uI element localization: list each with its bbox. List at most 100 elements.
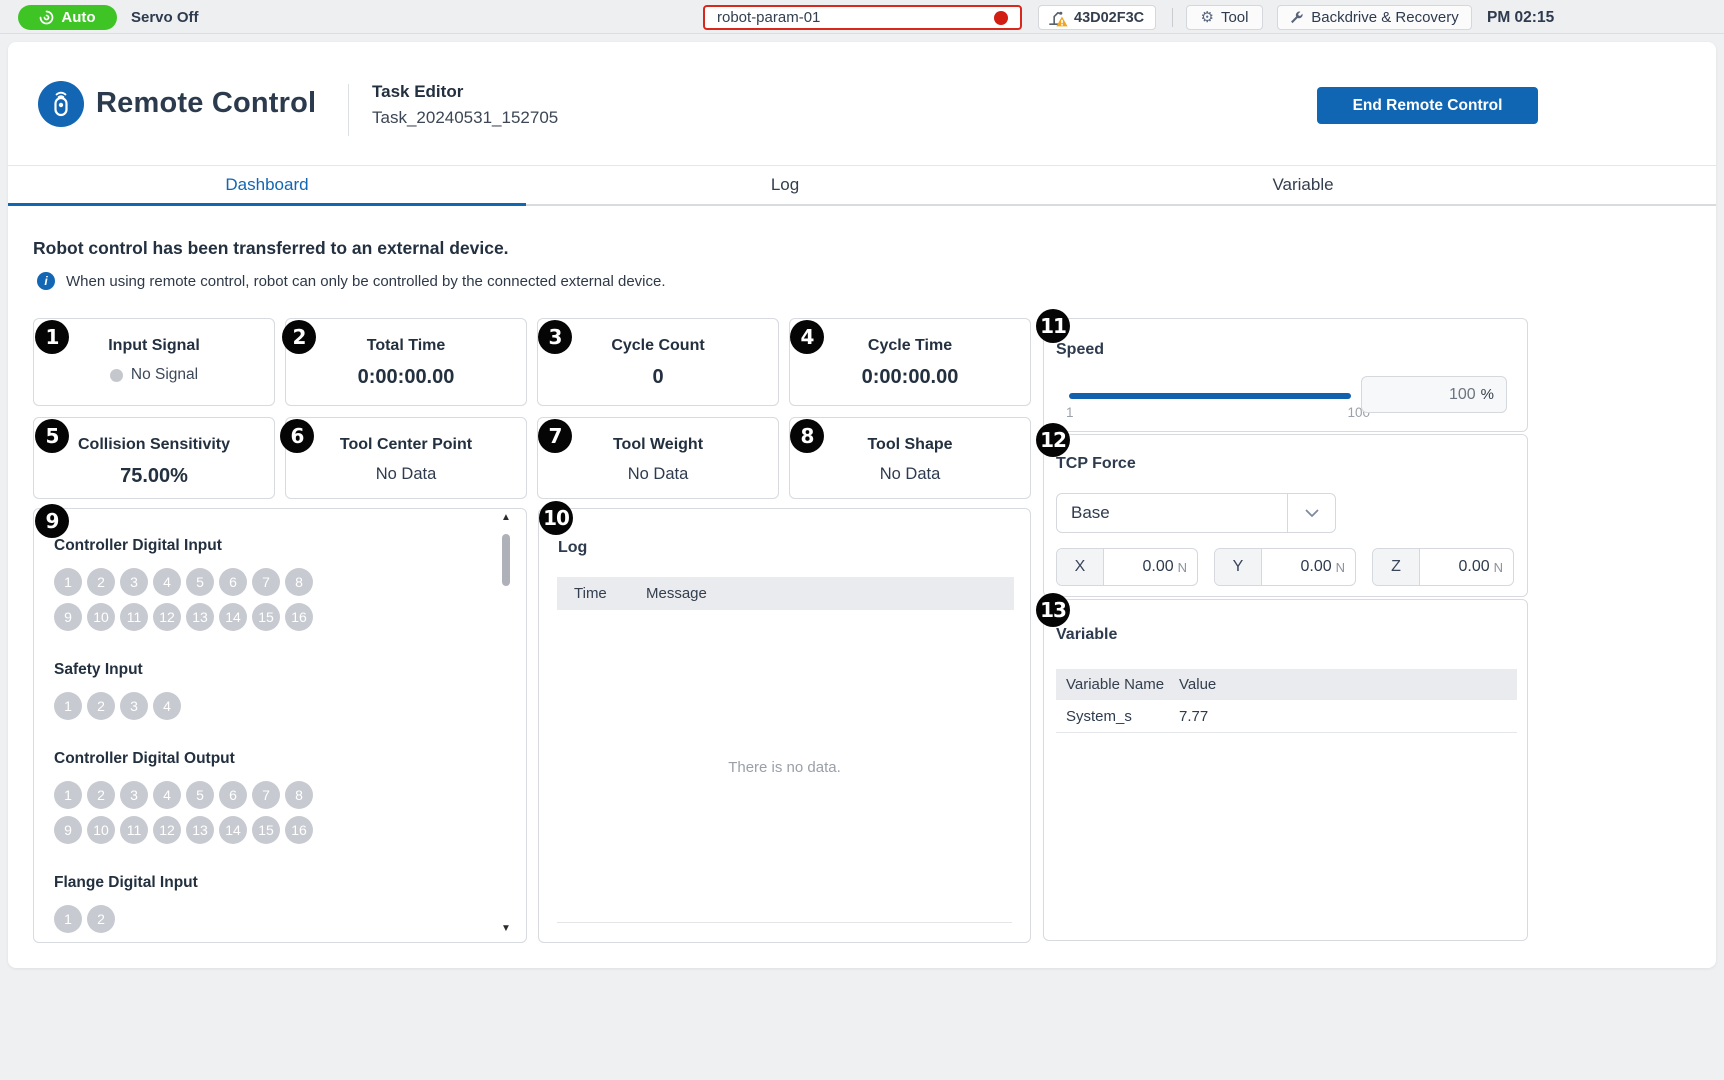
card-label: Collision Sensitivity xyxy=(78,436,230,454)
io-chip: 8 xyxy=(285,781,313,809)
servo-status: Servo Off xyxy=(131,5,199,30)
speed-value-field[interactable]: 100 % xyxy=(1361,376,1507,413)
robot-warning-icon xyxy=(1047,8,1068,27)
speed-unit: % xyxy=(1481,386,1494,403)
io-chip: 1 xyxy=(54,568,82,596)
io-chip: 3 xyxy=(120,692,148,720)
force-x-field: X 0.00N xyxy=(1056,548,1198,586)
log-column-message: Message xyxy=(646,585,707,602)
notice-title: Robot control has been transferred to an… xyxy=(33,238,509,259)
axis-z-label: Z xyxy=(1373,549,1420,585)
log-empty-text: There is no data. xyxy=(539,759,1030,776)
tab-variable[interactable]: Variable xyxy=(1044,166,1562,204)
recording-dot-icon xyxy=(994,11,1008,25)
digital-io-panel: Controller Digital Input1234567891011121… xyxy=(33,508,527,943)
annotation-badge-13: 13 xyxy=(1036,593,1070,627)
force-y-unit: N xyxy=(1336,560,1345,575)
annotation-badge-10: 10 xyxy=(539,501,573,535)
io-chip: 8 xyxy=(285,568,313,596)
annotation-badge-4: 4 xyxy=(790,320,824,354)
annotation-badge-2: 2 xyxy=(282,320,316,354)
force-x-value: 0.00 xyxy=(1142,558,1173,576)
annotation-badge-6: 6 xyxy=(280,419,314,453)
card-value: 0:00:00.00 xyxy=(862,366,959,389)
table-row: System_s 7.77 xyxy=(1056,700,1517,733)
speed-value: 100 xyxy=(1449,386,1476,404)
io-chip: 2 xyxy=(87,692,115,720)
scrollbar-thumb[interactable] xyxy=(502,534,510,586)
io-chip: 14 xyxy=(219,816,247,844)
card-tool-center-point: Tool Center Point No Data xyxy=(285,417,527,499)
io-group-label: Flange Digital Input xyxy=(54,874,490,892)
io-chip: 16 xyxy=(285,816,313,844)
tab-dashboard[interactable]: Dashboard xyxy=(8,166,526,204)
io-chip: 11 xyxy=(120,603,148,631)
slider-min-label: 1 xyxy=(1066,405,1074,420)
io-chip: 4 xyxy=(153,568,181,596)
scroll-down-icon[interactable]: ▼ xyxy=(496,923,516,939)
clock: PM 02:15 xyxy=(1487,5,1554,30)
reference-frame-select[interactable]: Base xyxy=(1056,493,1336,533)
io-chip-row: 12345678910111213141516 xyxy=(54,568,318,631)
signal-status: No Signal xyxy=(110,366,198,384)
annotation-badge-8: 8 xyxy=(790,419,824,453)
io-chip: 14 xyxy=(219,603,247,631)
no-signal-dot-icon xyxy=(110,369,123,382)
backdrive-recovery-button[interactable]: Backdrive & Recovery xyxy=(1277,5,1472,30)
io-chip: 5 xyxy=(186,568,214,596)
io-panel-scrollbar[interactable]: ▲ ▼ xyxy=(496,510,516,941)
log-column-time: Time xyxy=(574,585,629,602)
io-chip: 16 xyxy=(285,603,313,631)
signal-text: No Signal xyxy=(131,366,198,384)
io-group-label: Controller Digital Input xyxy=(54,537,490,555)
robot-id-button[interactable]: 43D02F3C xyxy=(1038,5,1156,30)
annotation-badge-12: 12 xyxy=(1036,423,1070,457)
card-label: Tool Center Point xyxy=(340,436,472,454)
remote-control-screen: Auto Servo Off robot-param-01 43D02F3C ⚙ xyxy=(0,0,1724,1080)
card-value: 0:00:00.00 xyxy=(358,366,455,389)
io-group-label: Controller Digital Output xyxy=(54,750,490,768)
header-divider xyxy=(348,84,349,136)
io-groups: Controller Digital Input1234567891011121… xyxy=(54,537,490,933)
card-cycle-time: Cycle Time 0:00:00.00 xyxy=(789,318,1031,406)
info-icon: i xyxy=(37,272,55,290)
io-chip: 6 xyxy=(219,568,247,596)
tcp-force-panel: TCP Force Base X 0.00N Y 0.00N Z 0.00N xyxy=(1043,434,1528,597)
io-chip: 2 xyxy=(87,905,115,933)
annotation-badge-11: 11 xyxy=(1036,309,1070,343)
card-input-signal: Input Signal No Signal xyxy=(33,318,275,406)
reference-frame-value: Base xyxy=(1057,503,1287,523)
program-name-field[interactable]: robot-param-01 xyxy=(703,5,1022,30)
io-chip: 3 xyxy=(120,781,148,809)
io-chip: 2 xyxy=(87,568,115,596)
gear-icon: ⚙ xyxy=(1201,10,1214,25)
scroll-up-icon[interactable]: ▲ xyxy=(496,512,516,528)
card-collision-sensitivity: Collision Sensitivity 75.00% xyxy=(33,417,275,499)
io-chip-row: 12 xyxy=(54,905,318,933)
task-name: Task_20240531_152705 xyxy=(372,108,558,128)
tab-log[interactable]: Log xyxy=(526,166,1044,204)
io-chip: 7 xyxy=(252,568,280,596)
io-chip: 5 xyxy=(186,781,214,809)
tab-bar: Dashboard Log Variable xyxy=(8,165,1716,206)
mode-auto-badge[interactable]: Auto xyxy=(18,5,117,30)
force-y-value: 0.00 xyxy=(1300,558,1331,576)
annotation-badge-9: 9 xyxy=(35,504,69,538)
io-chip: 11 xyxy=(120,816,148,844)
card-label: Tool Weight xyxy=(613,436,703,454)
speed-panel-title: Speed xyxy=(1056,341,1104,359)
tool-button[interactable]: ⚙ Tool xyxy=(1186,5,1263,30)
speed-panel: Speed 1 100 100 % xyxy=(1043,318,1528,432)
speed-slider[interactable] xyxy=(1069,393,1351,399)
io-chip: 9 xyxy=(54,816,82,844)
io-chip: 12 xyxy=(153,603,181,631)
card-value: No Data xyxy=(628,465,689,484)
program-name-text: robot-param-01 xyxy=(717,9,820,26)
card-value: No Data xyxy=(880,465,941,484)
io-chip: 4 xyxy=(153,781,181,809)
axis-y-label: Y xyxy=(1215,549,1262,585)
remote-control-logo-icon xyxy=(38,81,84,127)
end-remote-control-button[interactable]: End Remote Control xyxy=(1317,87,1538,124)
auto-mode-icon xyxy=(39,10,54,25)
io-chip: 12 xyxy=(153,816,181,844)
